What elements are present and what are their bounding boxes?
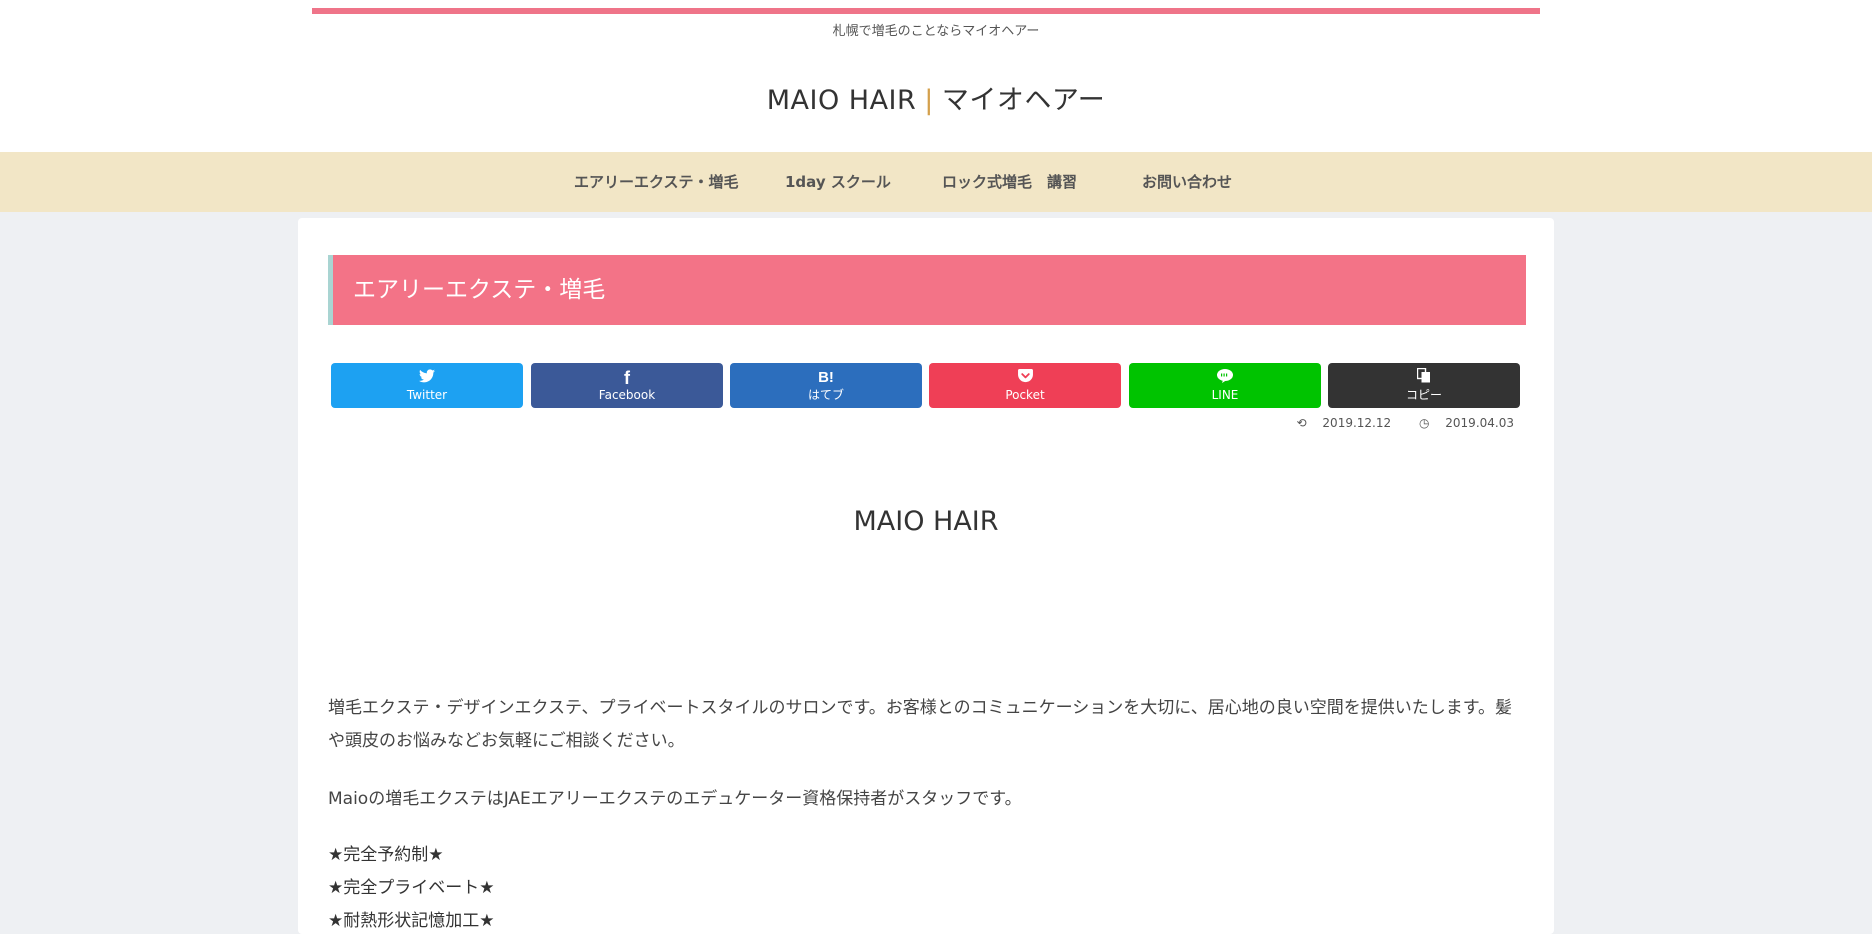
nav-item-airy-extension[interactable]: エアリーエクステ・増毛 — [574, 152, 739, 212]
line-icon — [1129, 368, 1321, 388]
published-date-value: 2019.04.03 — [1445, 416, 1514, 430]
feature-line: ★完全プライベート★ — [328, 878, 495, 898]
share-hatena-button[interactable]: B! はてブ — [730, 363, 922, 408]
intro-paragraph: 増毛エクステ・デザインエクステ、プライベートスタイルのサロンです。お客様とのコミ… — [328, 698, 1513, 751]
site-title-left[interactable]: MAIO HAIR — [767, 85, 917, 116]
share-twitter-button[interactable]: Twitter — [331, 363, 523, 408]
site-title[interactable]: MAIO HAIR | マイオヘアー — [0, 78, 1872, 117]
staff-paragraph: Maioの増毛エクステはJAEエアリーエクステのエデュケーター資格保持者がスタッ… — [328, 789, 1022, 809]
site-header: 札幌で増毛のことならマイオヘアー MAIO HAIR | マイオヘアー — [0, 0, 1872, 152]
nav-item-contact[interactable]: お問い合わせ — [1142, 152, 1232, 212]
twitter-icon — [331, 368, 523, 388]
share-line-label: LINE — [1211, 388, 1239, 402]
copy-icon — [1328, 367, 1520, 388]
share-pocket-label: Pocket — [1005, 388, 1045, 402]
share-twitter-label: Twitter — [406, 388, 448, 402]
share-pocket-button[interactable]: Pocket — [929, 363, 1121, 408]
history-icon: ⟲ — [1296, 416, 1307, 430]
site-title-right[interactable]: マイオヘアー — [942, 85, 1105, 116]
global-nav: エアリーエクステ・増毛 1day スクール ロック式増毛 講習 お問い合わせ — [0, 152, 1872, 212]
entry-title: エアリーエクステ・増毛 — [328, 255, 1526, 325]
clock-icon: ◷ — [1418, 416, 1430, 430]
hatena-icon: B! — [818, 369, 834, 386]
feature-line: ★耐熱形状記憶加工★ — [328, 911, 495, 931]
facebook-icon: f — [624, 368, 630, 388]
post-heading: MAIO HAIR — [853, 506, 999, 537]
pocket-icon — [929, 368, 1121, 388]
updated-date: ⟲ 2019.12.12 — [1285, 416, 1392, 430]
header-accent-bar — [312, 8, 1540, 14]
share-facebook-label: Facebook — [598, 388, 656, 402]
site-title-separator: | — [924, 85, 934, 116]
share-hatena-label: はてブ — [807, 388, 844, 402]
published-date: ◷ 2019.04.03 — [1407, 416, 1514, 430]
share-copy-label: コピー — [1405, 388, 1442, 402]
post-dates: ⟲ 2019.12.12 ◷ 2019.04.03 — [1273, 416, 1514, 430]
nav-item-1day-school[interactable]: 1day スクール — [785, 152, 891, 212]
nav-item-lock-course[interactable]: ロック式増毛 講習 — [942, 152, 1077, 212]
updated-date-value: 2019.12.12 — [1322, 416, 1392, 430]
site-tagline: 札幌で増毛のことならマイオヘアー — [832, 24, 1040, 39]
share-copy-button[interactable]: コピー — [1328, 363, 1520, 408]
main-content: エアリーエクステ・増毛 Twitter f Facebook B! はてブ Po… — [298, 218, 1554, 934]
share-facebook-button[interactable]: f Facebook — [531, 363, 723, 408]
feature-line: ★完全予約制★ — [328, 845, 444, 865]
share-line-button[interactable]: LINE — [1129, 363, 1321, 408]
